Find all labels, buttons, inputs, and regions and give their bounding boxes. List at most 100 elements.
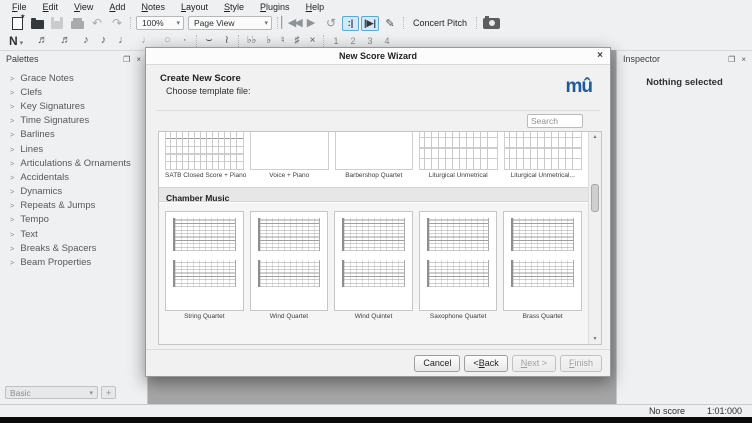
chevron-down-icon: ▾ (20, 40, 24, 47)
next-button[interactable]: Next > (512, 355, 556, 372)
voice-4-button[interactable]: 4 (385, 36, 390, 46)
template-saxophone-quartet[interactable]: Saxophone Quartet (419, 211, 498, 320)
float-panel-icon[interactable]: ❐ (728, 55, 735, 64)
menu-plugins[interactable]: Plugins (252, 2, 298, 12)
palette-item-label: Accidentals (20, 172, 69, 183)
edit-tempo-button[interactable]: ✎ (380, 15, 400, 31)
template-liturgical-unmetrical[interactable]: Liturgical Unmetrical... (504, 132, 583, 179)
toolbar-separator (196, 35, 197, 47)
menu-add[interactable]: Add (101, 2, 133, 12)
close-panel-icon[interactable]: × (136, 55, 141, 64)
menu-style[interactable]: Style (216, 2, 252, 12)
scroll-down-icon[interactable]: ▼ (589, 336, 601, 342)
template-wind-quintet[interactable]: Wind Quintet (334, 211, 413, 320)
template-string-quartet[interactable]: String Quartet (165, 211, 244, 320)
note-input-button[interactable]: N▾ (9, 32, 31, 50)
natural-icon[interactable]: ♮ (281, 36, 285, 46)
main-toolbar: ↶ ↷ 100% ▾ Page View ▾ ▏◀◀ ▶ ↺ :| |▶| ✎ … (0, 14, 752, 32)
menu-help[interactable]: Help (298, 2, 333, 12)
palette-item-grace-notes[interactable]: >Grace Notes (0, 71, 147, 85)
search-input[interactable] (527, 114, 583, 128)
template-satb-closed-score-piano[interactable]: SATB Closed Score + Piano (165, 132, 244, 179)
scroll-up-icon[interactable]: ▲ (589, 134, 601, 140)
finish-button[interactable]: Finish (560, 355, 602, 372)
pan-playback-button[interactable]: |▶| (361, 16, 379, 31)
voice-3-button[interactable]: 3 (368, 36, 373, 46)
palette-item-dynamics[interactable]: >Dynamics (0, 185, 147, 199)
dot-icon[interactable]: · (183, 35, 187, 46)
print-button[interactable] (67, 15, 87, 31)
menu-edit[interactable]: Edit (35, 2, 67, 12)
note-input-icon: N (9, 34, 18, 48)
note16-icon[interactable]: ♪ (83, 35, 89, 46)
screenshot-button[interactable] (480, 15, 502, 31)
template-voice-piano[interactable]: Voice + Piano (250, 132, 329, 179)
note64-icon[interactable]: ♬ (37, 35, 48, 46)
float-panel-icon[interactable]: ❐ (123, 55, 130, 64)
open-button[interactable] (27, 15, 47, 31)
zoom-select[interactable]: 100% ▾ (136, 16, 184, 30)
palette-item-key-signatures[interactable]: >Key Signatures (0, 99, 147, 113)
palette-item-text[interactable]: >Text (0, 227, 147, 241)
new-score-button[interactable] (7, 15, 27, 31)
tie-icon[interactable]: ⌣ (206, 35, 213, 46)
repeat-toggle-button[interactable]: :| (342, 16, 359, 31)
undo-button[interactable]: ↶ (87, 15, 107, 31)
workspace-select[interactable]: Basic ▾ (5, 386, 98, 399)
add-workspace-button[interactable]: + (101, 386, 116, 399)
template-scrollbar[interactable]: ▲ ▼ (588, 132, 601, 344)
note32-icon[interactable]: ♬ (60, 35, 71, 46)
palette-item-breaks-spacers[interactable]: >Breaks & Spacers (0, 241, 147, 255)
back-button[interactable]: < Back (464, 355, 507, 372)
note4-icon[interactable]: ♩ (118, 35, 129, 46)
template-wind-quartet[interactable]: Wind Quartet (250, 211, 329, 320)
play-button[interactable]: ▶ (301, 15, 321, 31)
redo-button[interactable]: ↷ (107, 15, 127, 31)
double-sharp-icon[interactable]: × (310, 36, 316, 46)
voice-1-button[interactable]: 1 (333, 36, 338, 46)
score-preview-system (511, 218, 574, 251)
rest-icon[interactable]: ≀ (225, 35, 229, 46)
menu-view[interactable]: View (66, 2, 101, 12)
palette-item-lines[interactable]: >Lines (0, 142, 147, 156)
palette-item-tempo[interactable]: >Tempo (0, 213, 147, 227)
menu-file[interactable]: File (4, 2, 35, 12)
section-header-chamber-music: Chamber Music (159, 187, 588, 202)
cancel-button[interactable]: Cancel (414, 355, 460, 372)
sharp-icon[interactable]: ♯ (295, 36, 300, 46)
note8-icon[interactable]: ♪ (101, 35, 107, 46)
close-icon[interactable]: × (597, 50, 603, 61)
template-liturgical-unmetrical[interactable]: Liturgical Unmetrical (419, 132, 498, 179)
template-label: Liturgical Unmetrical... (504, 172, 583, 179)
palette-item-clefs[interactable]: >Clefs (0, 85, 147, 99)
rewind-button[interactable]: ▏◀◀ (281, 15, 301, 31)
palette-item-beam-properties[interactable]: >Beam Properties (0, 255, 147, 269)
voice-2-button[interactable]: 2 (350, 36, 355, 46)
close-panel-icon[interactable]: × (741, 55, 746, 64)
concert-pitch-toggle[interactable]: Concert Pitch (413, 18, 467, 28)
palette-item-accidentals[interactable]: >Accidentals (0, 170, 147, 184)
menu-notes[interactable]: Notes (133, 2, 173, 12)
palette-item-barlines[interactable]: >Barlines (0, 128, 147, 142)
palette-item-articulations-ornaments[interactable]: >Articulations & Ornaments (0, 156, 147, 170)
palette-item-label: Clefs (20, 87, 42, 98)
inspector-title: Inspector (623, 54, 722, 64)
menu-layout[interactable]: Layout (173, 2, 216, 12)
save-button[interactable] (47, 15, 67, 31)
note1-icon[interactable]: ○ (164, 35, 171, 46)
template-barbershop-quartet[interactable]: Barbershop Quartet (335, 132, 414, 179)
note2-icon[interactable]: ♩ (141, 35, 152, 46)
view-mode-select[interactable]: Page View ▾ (188, 16, 272, 30)
palette-item-time-signatures[interactable]: >Time Signatures (0, 114, 147, 128)
palettes-title: Palettes (6, 54, 117, 64)
template-list-area: SATB Closed Score + PianoVoice + PianoBa… (158, 131, 602, 345)
double-flat-icon[interactable]: ♭♭ (247, 36, 256, 46)
palette-item-repeats-jumps[interactable]: >Repeats & Jumps (0, 199, 147, 213)
palettes-header: Palettes ❐ × (0, 51, 147, 67)
template-thumbnail (165, 211, 244, 311)
flat-icon[interactable]: ♭ (266, 36, 271, 46)
template-brass-quartet[interactable]: Brass Quartet (503, 211, 582, 320)
loop-playback-button[interactable]: ↺ (321, 15, 341, 31)
scrollbar-thumb[interactable] (591, 184, 599, 212)
dialog-titlebar[interactable]: New Score Wizard × (146, 48, 610, 65)
